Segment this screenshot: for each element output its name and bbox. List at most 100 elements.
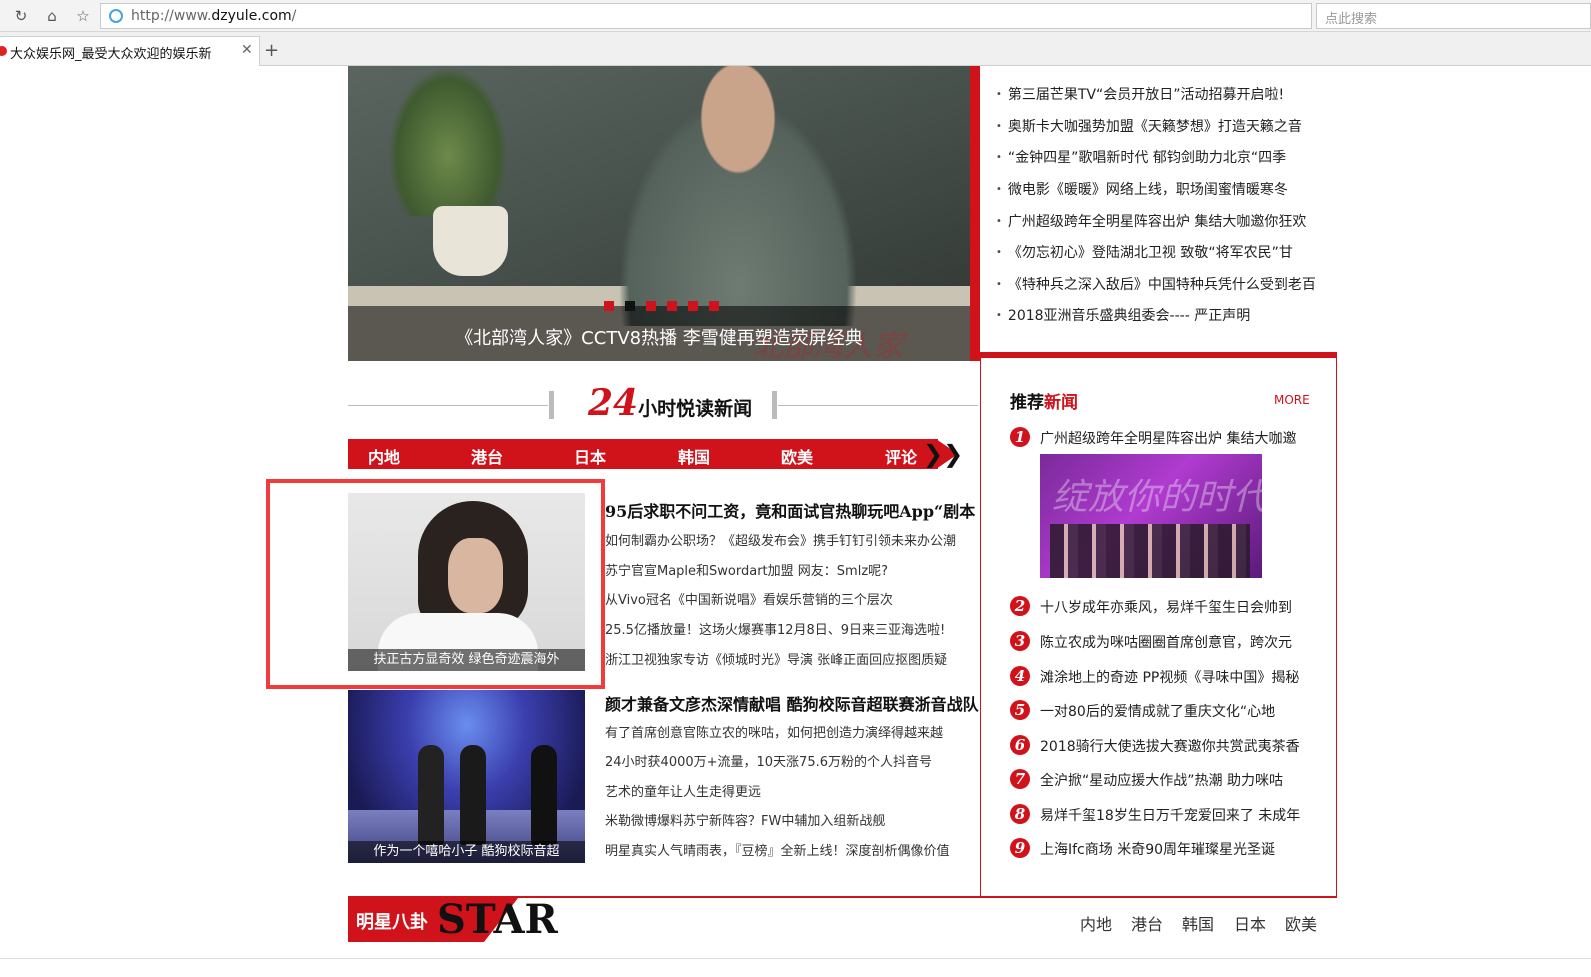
loading-icon [109, 9, 123, 23]
article-link[interactable]: 有了首席创意官陈立农的咪咕，如何把创造力演绎得越来越 [605, 722, 980, 741]
hero-plant [388, 66, 508, 216]
article-link[interactable]: 25.5亿播放量！这场火爆赛事12月8日、9日来三亚海选啦! [605, 619, 980, 638]
list-item[interactable]: 上海Ifc商场 米奇90周年璀璨星光圣诞 [1040, 839, 1306, 859]
article-link[interactable]: 明星真实人气晴雨表，『豆榜』全新上线！深度剖析偶像价值 [605, 840, 980, 859]
tab-title: 大众娱乐网_最受大众欢迎的娱乐新 [10, 47, 212, 62]
category-bar: ❯❯ 内地 港台 日本 韩国 欧美 评论 [348, 439, 978, 469]
article-headline[interactable]: 颜才兼备文彦杰深情献唱 酷狗校际音超联赛浙音战队 [605, 691, 980, 715]
recommend-title: 推荐新闻 [1010, 393, 1078, 413]
recommend-image[interactable]: 绽放你的时代 [1040, 454, 1262, 578]
tab-strip: 大众娱乐网_最受大众欢迎的娱乐新 ✕ + [0, 32, 1591, 66]
article-link[interactable]: 苏宁官宣Maple和Swordart加盟 网友：Smlz呢? [605, 560, 980, 579]
home-icon[interactable]: ⌂ [41, 5, 63, 27]
list-item[interactable]: 第三届芒果TV“会员开放日”活动招募开启啦! [996, 84, 1336, 104]
list-item[interactable]: 《特种兵之深入敌后》中国特种兵凭什么受到老百 [996, 274, 1336, 294]
star-icon[interactable]: ☆ [72, 5, 94, 27]
hero-vase [433, 206, 508, 276]
browser-tab[interactable]: 大众娱乐网_最受大众欢迎的娱乐新 ✕ [0, 36, 260, 66]
article-link[interactable]: 如何制霸办公职场？《超级发布会》携手钉钉引领未来办公潮 [605, 530, 980, 549]
search-input[interactable]: 点此搜索 [1316, 3, 1591, 29]
tab-japan[interactable]: 日本 [574, 444, 606, 468]
slide-dot[interactable] [646, 301, 656, 311]
rank-badge: 8 [1010, 804, 1030, 824]
address-bar[interactable]: http://www.dzyule.com/ ⚡ ∨ [100, 3, 1406, 29]
star-nav-mainland[interactable]: 内地 [1080, 911, 1112, 935]
slide-dot[interactable] [604, 301, 614, 311]
list-item[interactable]: 易烊千玺18岁生日万千宠爱回来了 未成年 [1040, 805, 1306, 825]
article-link[interactable]: 从Vivo冠名《中国新说唱》看娱乐营销的三个层次 [605, 589, 980, 608]
recommend-image-crowd [1050, 524, 1250, 578]
recommend-image-text: 绽放你的时代 [1052, 477, 1262, 518]
star-title-en: STAR [437, 896, 558, 943]
tab-west[interactable]: 欧美 [781, 444, 813, 468]
article-link[interactable]: 米勒微博爆料苏宁新阵容？FW中辅加入组新战舰 [605, 810, 980, 829]
tab-korea[interactable]: 韩国 [678, 444, 710, 468]
slide-dot[interactable] [709, 301, 719, 311]
slide-dot-active[interactable] [625, 301, 635, 311]
list-item[interactable]: 广州超级跨年全明星阵容出炉 集结大咖邀 [1040, 428, 1306, 448]
list-item[interactable]: 滩涂地上的奇迹 PP视频《寻味中国》揭秘 [1040, 667, 1306, 687]
highlight-box [266, 479, 605, 689]
article-link[interactable]: 浙江卫视独家专访《倾城时光》导演 张峰正面回应抠图质疑 [605, 649, 980, 668]
hero-slideshow[interactable]: 北部湾人家 《北部湾人家》CCTV8热播 李雪健再塑造荧屏经典 [348, 66, 970, 361]
article-headline[interactable]: 95后求职不问工资，竟和面试官热聊玩吧App“剧本 [605, 498, 980, 522]
list-item[interactable]: 陈立农成为咪咕圈圈首席创意官，跨次元 [1040, 632, 1306, 652]
thumb-performer [531, 745, 557, 845]
more-link[interactable]: MORE [1274, 393, 1310, 407]
page-bottom-line [0, 958, 1591, 959]
rank-badge: 4 [1010, 666, 1030, 686]
list-item[interactable]: 《勿忘初心》登陆湖北卫视 致敬“将军农民”甘 [996, 242, 1336, 262]
rank-badge: 6 [1010, 735, 1030, 755]
list-item[interactable]: 微电影《暖暖》网络上线，职场闺蜜情暖寒冬 [996, 179, 1336, 199]
list-item[interactable]: 全沪掀“星动应援大作战”热潮 助力咪咕 [1040, 770, 1306, 790]
favicon-icon [0, 46, 7, 56]
section-title: 24小时悦读新闻 [588, 382, 753, 424]
url-text: http://www.dzyule.com/ [131, 8, 297, 24]
news-thumbnail[interactable]: 作为一个嘻哈小子 酷狗校际音超 [348, 690, 585, 863]
star-nav-west[interactable]: 欧美 [1285, 911, 1317, 935]
slide-dot[interactable] [688, 301, 698, 311]
double-chevron-icon: ❯❯ [923, 440, 964, 468]
rank-badge: 2 [1010, 596, 1030, 616]
tab-review[interactable]: 评论 [885, 444, 917, 468]
rank-badge: 1 [1010, 427, 1030, 447]
close-icon[interactable]: ✕ [241, 42, 253, 58]
tab-hktw[interactable]: 港台 [471, 444, 503, 468]
list-item[interactable]: 一对80后的爱情成就了重庆文化“心地 [1040, 701, 1306, 721]
list-item[interactable]: 2018亚洲音乐盛典组委会---- 严正声明 [996, 305, 1336, 325]
divider-tick [772, 391, 777, 419]
rank-badge: 9 [1010, 838, 1030, 858]
slide-dot[interactable] [667, 301, 677, 311]
list-item[interactable]: 广州超级跨年全明星阵容出炉 集结大咖邀你狂欢 [996, 211, 1336, 231]
list-item[interactable]: 十八岁成年亦乘风，易烊千玺生日会帅到 [1040, 597, 1306, 617]
list-item[interactable]: 奥斯卡大咖强势加盟《天籁梦想》打造天籁之音 [996, 116, 1336, 136]
thumb-performer [418, 745, 444, 845]
star-nav-hktw[interactable]: 港台 [1131, 911, 1163, 935]
thumb-performer [460, 745, 486, 845]
divider [778, 405, 978, 406]
article-link[interactable]: 24小时获4000万+流量，10天涨75.6万粉的个人抖音号 [605, 751, 980, 770]
list-item[interactable]: “金钟四星”歌唱新时代 郁钧剑助力北京“四季 [996, 147, 1336, 167]
star-nav-japan[interactable]: 日本 [1234, 911, 1266, 935]
divider [348, 405, 548, 406]
thumbnail-caption: 作为一个嘻哈小子 酷狗校际音超 [348, 841, 585, 863]
rank-badge: 5 [1010, 700, 1030, 720]
star-nav-korea[interactable]: 韩国 [1182, 911, 1214, 935]
reload-icon[interactable]: ↻ [10, 5, 32, 27]
star-title-cn: 明星八卦 [356, 912, 428, 933]
rank-badge: 3 [1010, 631, 1030, 651]
list-item[interactable]: 2018骑行大使选拔大赛邀你共赏武夷茶香 [1040, 736, 1306, 756]
browser-toolbar: ↻ ⌂ ☆ http://www.dzyule.com/ ⚡ ∨ 点此搜索 [0, 0, 1591, 32]
hero-figure [598, 66, 878, 326]
tab-mainland[interactable]: 内地 [368, 444, 400, 468]
article-link[interactable]: 艺术的童年让人生走得更远 [605, 781, 980, 800]
category-bar-bg [348, 439, 938, 469]
slide-indicators [604, 296, 730, 311]
divider-tick [549, 391, 554, 419]
rank-badge: 7 [1010, 769, 1030, 789]
search-placeholder: 点此搜索 [1325, 12, 1378, 27]
hero-caption[interactable]: 《北部湾人家》CCTV8热播 李雪健再塑造荧屏经典 [348, 324, 970, 350]
top-news-list: 第三届芒果TV“会员开放日”活动招募开启啦! 奥斯卡大咖强势加盟《天籁梦想》打造… [990, 66, 1336, 352]
red-divider [970, 66, 980, 361]
new-tab-button[interactable]: + [264, 40, 279, 61]
